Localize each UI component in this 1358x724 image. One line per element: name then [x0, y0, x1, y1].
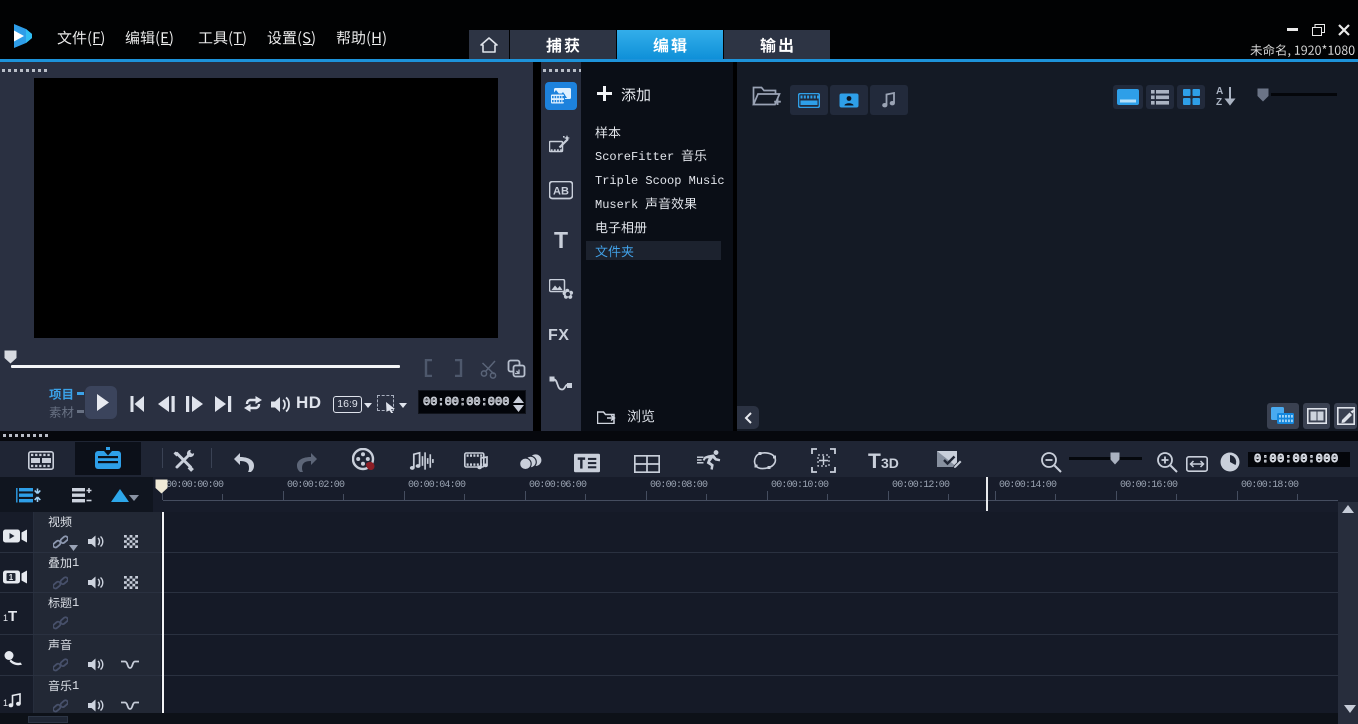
svg-text:A: A	[1216, 86, 1223, 97]
svg-text:Z: Z	[1216, 97, 1222, 107]
svg-text:3D: 3D	[881, 455, 899, 471]
svg-text:AB: AB	[553, 186, 569, 198]
svg-text:1: 1	[9, 573, 14, 582]
svg-text:T: T	[868, 451, 881, 471]
